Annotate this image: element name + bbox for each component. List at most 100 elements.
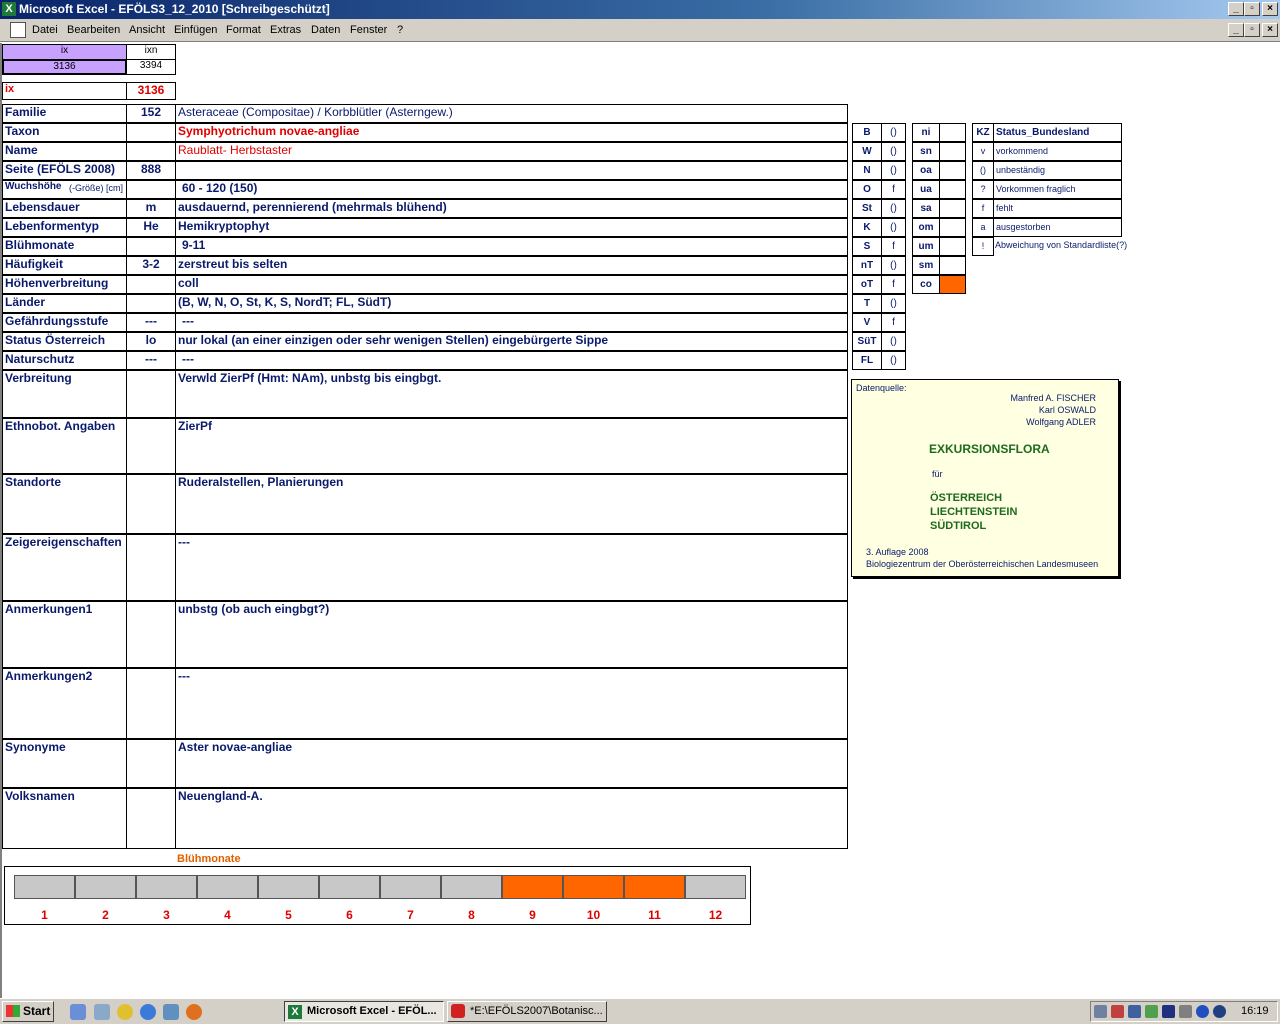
row-code[interactable] — [126, 142, 176, 161]
document-icon[interactable] — [10, 22, 26, 38]
row-code[interactable] — [126, 601, 176, 668]
internet-explorer-icon[interactable] — [140, 1004, 156, 1020]
row-value[interactable]: --- — [175, 534, 848, 601]
row-code[interactable] — [126, 474, 176, 534]
row-value[interactable]: Raublatt- Herbstaster — [175, 142, 848, 161]
region-status[interactable]: () — [881, 256, 906, 275]
search-icon[interactable] — [1128, 1005, 1141, 1018]
row-value[interactable]: coll — [175, 275, 848, 294]
task-excel[interactable]: X Microsoft Excel - EFÖL... — [284, 1001, 444, 1022]
altitude-value-cell[interactable] — [939, 237, 966, 256]
ix-value[interactable]: 3136 — [126, 82, 176, 100]
region-status[interactable]: () — [881, 199, 906, 218]
row-value[interactable]: --- — [175, 313, 848, 332]
region-status[interactable]: f — [881, 180, 906, 199]
row-value[interactable]: --- — [175, 668, 848, 739]
region-status[interactable]: f — [881, 237, 906, 256]
altitude-value-cell[interactable] — [939, 218, 966, 237]
security-icon[interactable] — [1111, 1005, 1124, 1018]
row-value[interactable]: zerstreut bis selten — [175, 256, 848, 275]
network-icon[interactable] — [1094, 1005, 1107, 1018]
menu-bearbeiten[interactable]: Bearbeiten — [67, 24, 120, 36]
row-code[interactable]: He — [126, 218, 176, 237]
menu-daten[interactable]: Daten — [311, 24, 340, 36]
region-status[interactable]: () — [881, 218, 906, 237]
firefox-icon[interactable] — [186, 1004, 202, 1020]
row-code[interactable]: m — [126, 199, 176, 218]
row-code[interactable] — [126, 294, 176, 313]
ix-value-cell[interactable]: 3136 — [2, 59, 127, 75]
row-code[interactable]: 152 — [126, 104, 176, 123]
altitude-value-cell[interactable] — [939, 180, 966, 199]
region-status[interactable]: f — [881, 275, 906, 294]
row-code[interactable] — [126, 275, 176, 294]
altitude-value-cell[interactable] — [939, 142, 966, 161]
doc-close-button[interactable]: × — [1262, 23, 1278, 37]
altitude-value-cell[interactable] — [939, 256, 966, 275]
region-status[interactable]: () — [881, 294, 906, 313]
help-icon[interactable] — [1213, 1005, 1226, 1018]
row-value[interactable]: nur lokal (an einer einzigen oder sehr w… — [175, 332, 848, 351]
row-value[interactable]: ausdauernd, perennierend (mehrmals blühe… — [175, 199, 848, 218]
row-value[interactable]: 9-11 — [175, 237, 848, 256]
row-value[interactable]: Asteraceae (Compositae) / Korbblütler (A… — [175, 104, 848, 123]
row-code[interactable] — [126, 123, 176, 142]
row-code[interactable] — [126, 370, 176, 418]
row-value[interactable]: Aster novae-angliae — [175, 739, 848, 788]
menu-help[interactable]: ? — [397, 24, 403, 36]
minimize-button[interactable]: _ — [1228, 2, 1244, 16]
row-value[interactable]: unbstg (ob auch eingbgt?) — [175, 601, 848, 668]
altitude-value-cell[interactable] — [939, 161, 966, 180]
row-code[interactable] — [126, 534, 176, 601]
row-value[interactable] — [175, 161, 848, 180]
row-value[interactable]: Verwld ZierPf (Hmt: NAm), unbstg bis ein… — [175, 370, 848, 418]
update-icon[interactable] — [1145, 1005, 1158, 1018]
row-code[interactable]: 888 — [126, 161, 176, 180]
doc-restore-button[interactable]: ▫ — [1244, 23, 1260, 37]
start-button[interactable]: Start — [2, 1001, 54, 1022]
row-value[interactable]: Neuengland-A. — [175, 788, 848, 849]
task-editor[interactable]: *E:\EFÖLS2007\Botanisc... — [447, 1001, 607, 1022]
region-status[interactable]: () — [881, 142, 906, 161]
desktop-icon[interactable] — [70, 1004, 86, 1020]
region-status[interactable]: () — [881, 351, 906, 370]
altitude-value-cell[interactable] — [939, 123, 966, 142]
row-value[interactable]: --- — [175, 351, 848, 370]
menu-extras[interactable]: Extras — [270, 24, 301, 36]
region-status[interactable]: f — [881, 313, 906, 332]
row-code[interactable] — [126, 180, 176, 199]
ixn-value-cell[interactable]: 3394 — [126, 59, 176, 75]
row-code[interactable]: --- — [126, 313, 176, 332]
row-value[interactable]: Hemikryptophyt — [175, 218, 848, 237]
menu-einfuegen[interactable]: Einfügen — [174, 24, 217, 36]
row-value[interactable]: ZierPf — [175, 418, 848, 474]
volume-icon[interactable] — [1179, 1005, 1192, 1018]
row-code[interactable]: lo — [126, 332, 176, 351]
row-code[interactable] — [126, 788, 176, 849]
row-value[interactable]: (B, W, N, O, St, K, S, NordT; FL, SüdT) — [175, 294, 848, 313]
altitude-value-cell[interactable] — [939, 199, 966, 218]
excel-icon[interactable]: X — [2, 2, 16, 16]
doc-minimize-button[interactable]: _ — [1228, 23, 1244, 37]
restore-button[interactable]: ▫ — [1244, 2, 1260, 16]
menu-format[interactable]: Format — [226, 24, 261, 36]
row-value[interactable]: Symphyotrichum novae-angliae — [175, 123, 848, 142]
region-status[interactable]: () — [881, 161, 906, 180]
explorer-icon[interactable] — [94, 1004, 110, 1020]
media-player-icon[interactable] — [117, 1004, 133, 1020]
shield-icon[interactable] — [1162, 1005, 1175, 1018]
row-code[interactable]: 3-2 — [126, 256, 176, 275]
row-code[interactable] — [126, 668, 176, 739]
row-code[interactable] — [126, 739, 176, 788]
menu-ansicht[interactable]: Ansicht — [129, 24, 165, 36]
row-code[interactable]: --- — [126, 351, 176, 370]
info-icon[interactable] — [1196, 1005, 1209, 1018]
region-status[interactable]: () — [881, 332, 906, 351]
altitude-value-cell[interactable] — [939, 275, 966, 294]
outlook-icon[interactable] — [163, 1004, 179, 1020]
row-code[interactable] — [126, 237, 176, 256]
menu-fenster[interactable]: Fenster — [350, 24, 387, 36]
row-code[interactable] — [126, 418, 176, 474]
menu-datei[interactable]: Datei — [32, 24, 58, 36]
close-button[interactable]: × — [1262, 2, 1278, 16]
